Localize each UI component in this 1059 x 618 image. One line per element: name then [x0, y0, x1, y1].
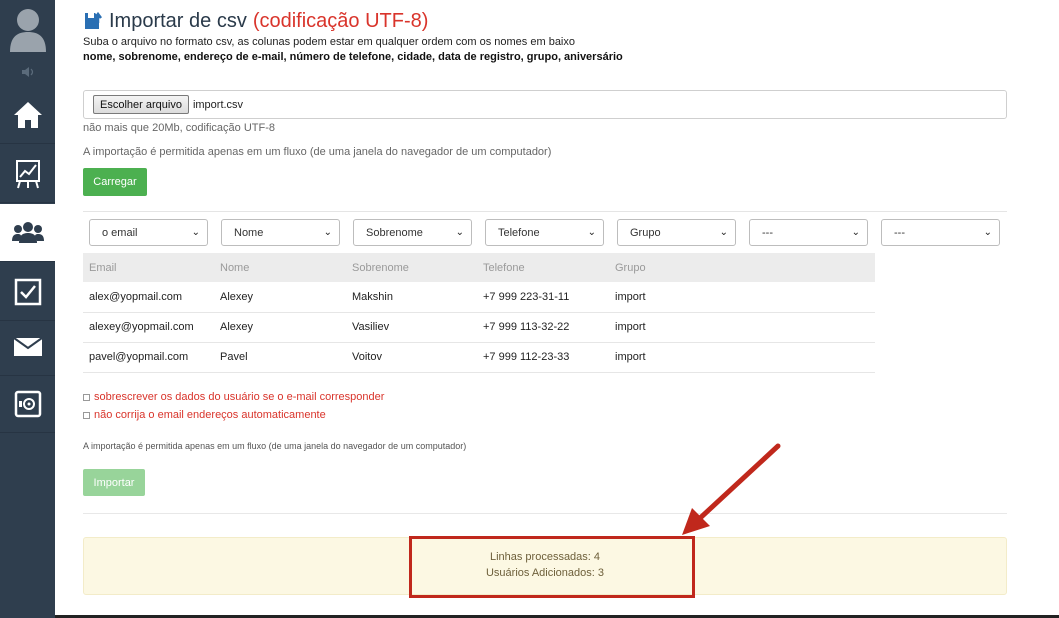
single-flow-note: A importação é permitida apenas em um fl…: [83, 146, 552, 158]
result-highlight-box: [409, 536, 695, 598]
sidebar-item-home[interactable]: [0, 86, 55, 144]
mail-icon: [12, 336, 43, 356]
table-cell: alexey@yopmail.com: [83, 312, 214, 343]
table-cell: import: [609, 312, 875, 343]
divider: [83, 513, 1007, 514]
selected-file-name: import.csv: [192, 98, 244, 111]
table-row: pavel@yopmail.com Pavel Voitov +7 999 11…: [83, 342, 875, 373]
sidebar-item-safe[interactable]: [0, 375, 55, 433]
chevron-down-icon: ⌄: [719, 227, 728, 238]
checkbox[interactable]: [83, 411, 90, 419]
chevron-down-icon: ⌄: [455, 227, 464, 238]
safe-icon: [14, 390, 41, 417]
column-mapping: o email ⌄ Nome ⌄ Sobrenome ⌄ Telefone ⌄ Grup…: [89, 219, 1000, 246]
table-cell: Vasiliev: [346, 312, 477, 343]
table-cell: Voitov: [346, 342, 477, 373]
chevron-down-icon: ⌄: [191, 227, 200, 238]
table-cell: pavel@yopmail.com: [83, 342, 214, 373]
avatar[interactable]: [0, 0, 55, 58]
upload-button[interactable]: Carregar: [83, 168, 147, 196]
chart-icon: [15, 159, 40, 188]
table-cell: alex@yopmail.com: [83, 282, 214, 313]
sidebar: [0, 0, 55, 618]
table-cell: Alexey: [214, 312, 346, 343]
column-select-2[interactable]: Nome ⌄: [221, 219, 340, 246]
chevron-down-icon: ⌄: [587, 227, 596, 238]
overwrite-checkbox[interactable]: sobrescrever os dados do usuário se o e-…: [83, 391, 384, 403]
upload-file-icon: [85, 11, 102, 29]
select-value: Grupo: [630, 226, 661, 239]
home-icon: [13, 101, 42, 128]
sidebar-collapse-toggle[interactable]: [0, 58, 55, 86]
annotation-arrow-icon: [682, 443, 781, 535]
volume-icon: [21, 67, 33, 77]
chevron-down-icon: ⌄: [983, 227, 992, 238]
import-button[interactable]: Importar: [83, 469, 145, 496]
select-value: Telefone: [498, 226, 540, 239]
column-select-1[interactable]: o email ⌄: [89, 219, 208, 246]
chevron-down-icon: ⌄: [323, 227, 332, 238]
table-cell: import: [609, 282, 875, 313]
select-value: Nome: [234, 226, 264, 239]
overwrite-label: sobrescrever os dados do usuário se o e-…: [94, 391, 385, 403]
table-cell: Alexey: [214, 282, 346, 313]
table-cell: +7 999 112-23-33: [477, 342, 609, 373]
table-cell: Makshin: [346, 282, 477, 313]
table-header-row: Email Nome Sobrenome Telefone Grupo: [83, 253, 875, 282]
chevron-down-icon: ⌄: [851, 227, 860, 238]
user-avatar-icon: [9, 9, 46, 52]
sidebar-item-mail[interactable]: [0, 318, 55, 376]
column-names-text: nome, sobrenome, endereço de e-mail, núm…: [83, 51, 623, 63]
page-title: Importar de csv (codificação UTF-8): [83, 8, 428, 34]
table-row: alexey@yopmail.com Alexey Vasiliev +7 99…: [83, 312, 875, 343]
table-row: alex@yopmail.com Alexey Makshin +7 999 2…: [83, 282, 875, 313]
file-input[interactable]: Escolher arquivo import.csv: [83, 90, 1007, 119]
no-fix-email-checkbox[interactable]: não corrija o email endereços automatica…: [83, 409, 326, 421]
table-cell: +7 999 223-31-11: [477, 282, 609, 313]
column-header: Sobrenome: [346, 253, 477, 282]
title-encoding: (codificação UTF-8): [252, 9, 429, 32]
users-icon: [11, 221, 44, 243]
column-header: Email: [83, 253, 214, 282]
column-select-7[interactable]: --- ⌄: [881, 219, 1000, 246]
select-value: ---: [894, 226, 905, 239]
instructions-text: Suba o arquivo no formato csv, as coluna…: [83, 36, 575, 48]
preview-table: Email Nome Sobrenome Telefone Grupo alex…: [83, 253, 875, 373]
column-header: Grupo: [609, 253, 875, 282]
import-flow-note: A importação é permitida apenas em um fl…: [83, 441, 467, 451]
select-value: Sobrenome: [366, 226, 423, 239]
checkbox[interactable]: [83, 393, 90, 401]
select-value: o email: [102, 226, 138, 239]
divider: [83, 211, 1007, 212]
sidebar-item-tasks[interactable]: [0, 263, 55, 321]
title-text: Importar de csv: [109, 9, 247, 32]
sidebar-item-users[interactable]: [0, 204, 55, 262]
table-cell: import: [609, 342, 875, 373]
sidebar-item-stats[interactable]: [0, 145, 55, 203]
no-fix-email-label: não corrija o email endereços automatica…: [94, 409, 326, 421]
column-select-4[interactable]: Telefone ⌄: [485, 219, 604, 246]
select-value: ---: [762, 226, 773, 239]
table-cell: Pavel: [214, 342, 346, 373]
column-header: Nome: [214, 253, 346, 282]
column-select-3[interactable]: Sobrenome ⌄: [353, 219, 472, 246]
choose-file-button[interactable]: Escolher arquivo: [93, 95, 189, 114]
column-select-6[interactable]: --- ⌄: [749, 219, 868, 246]
checkbox-icon: [14, 278, 41, 305]
file-size-note: não mais que 20Mb, codificação UTF-8: [83, 122, 275, 134]
column-header: Telefone: [477, 253, 609, 282]
column-select-5[interactable]: Grupo ⌄: [617, 219, 736, 246]
table-cell: +7 999 113-32-22: [477, 312, 609, 343]
